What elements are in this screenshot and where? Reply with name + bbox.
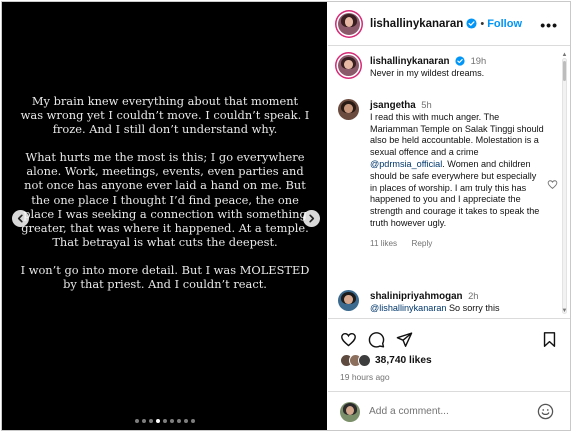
- post-sidebar: lishallinykanaran • Follow ••• lishallin…: [328, 2, 570, 430]
- caption-text: Never in my wildest dreams.: [370, 67, 485, 78]
- post-timestamp: 19 hours ago: [340, 372, 390, 382]
- share-send-icon[interactable]: [396, 331, 413, 348]
- post-actions: 38,740 likes 19 hours ago: [328, 318, 570, 430]
- like-heart-icon[interactable]: [340, 331, 357, 348]
- carousel-dot: [155, 419, 160, 423]
- post-paragraph: I won’t go into more detail. But I was M…: [20, 262, 310, 292]
- like-comment-heart-icon[interactable]: [547, 179, 558, 190]
- save-bookmark-icon[interactable]: [541, 331, 558, 348]
- carousel-dot: [141, 419, 146, 423]
- comment-body: shalinipriyahmogan 2h @lishallinykanaran…: [370, 290, 545, 315]
- caption-row: lishallinykanaran 19h Never in my wildes…: [338, 55, 548, 95]
- next-slide-button[interactable]: [303, 210, 320, 227]
- author-username[interactable]: lishallinykanaran: [370, 18, 463, 30]
- post-paragraph: My brain knew everything about that mome…: [20, 94, 310, 137]
- comment-body: jsangetha 5h I read this with much anger…: [370, 99, 545, 250]
- reply-button[interactable]: Reply: [411, 239, 432, 248]
- follow-button[interactable]: Follow: [487, 18, 522, 30]
- commenter-avatar[interactable]: [338, 99, 359, 120]
- caption-body: lishallinykanaran 19h Never in my wildes…: [370, 55, 545, 80]
- carousel-dot: [134, 419, 139, 423]
- carousel-dots: [2, 419, 327, 423]
- post-paragraph: What hurts me the most is this; I go eve…: [21, 150, 309, 249]
- post-window: My brain knew everything about that mome…: [1, 1, 571, 431]
- previous-slide-button[interactable]: [12, 210, 29, 227]
- comment-username[interactable]: jsangetha: [370, 100, 416, 111]
- comment-bubble-icon[interactable]: [368, 331, 385, 348]
- post-header: lishallinykanaran • Follow •••: [328, 2, 570, 46]
- emoji-icon[interactable]: [537, 403, 554, 420]
- carousel-dot: [148, 419, 153, 423]
- add-comment-bar: [328, 391, 570, 431]
- caption-avatar[interactable]: [338, 55, 359, 76]
- carousel-dot: [169, 419, 174, 423]
- carousel-dot: [162, 419, 167, 423]
- post-text: My brain knew everything about that mome…: [20, 94, 310, 305]
- comment-meta: 11 likes Reply: [370, 238, 545, 250]
- verified-badge-icon: [455, 56, 465, 66]
- verified-badge-icon: [466, 18, 477, 29]
- comment-item: jsangetha 5h I read this with much anger…: [338, 99, 558, 274]
- post-media: My brain knew everything about that mome…: [2, 2, 327, 430]
- chevron-right-icon: [309, 214, 315, 223]
- chevron-left-icon: [17, 214, 23, 223]
- caption-time: 19h: [470, 55, 487, 66]
- scroll-down-arrow-icon[interactable]: ▼: [561, 308, 568, 314]
- comment-input[interactable]: [369, 406, 519, 417]
- likes-count[interactable]: 38,740 likes: [375, 355, 432, 366]
- current-user-avatar: [340, 401, 360, 422]
- mention-link[interactable]: @pdrmsia_official: [370, 159, 442, 169]
- comments-section[interactable]: lishallinykanaran 19h Never in my wildes…: [328, 47, 570, 317]
- header-separator: •: [480, 17, 485, 30]
- comment-text: @lishallinykanaran So sorry this: [370, 302, 500, 313]
- comment-time: 5h: [421, 99, 432, 110]
- liker-avatar: [358, 354, 371, 367]
- mention-link[interactable]: @lishallinykanaran: [370, 303, 446, 313]
- comment-time: 2h: [468, 290, 479, 301]
- caption-username[interactable]: lishallinykanaran: [370, 56, 450, 67]
- comment-item: shalinipriyahmogan 2h @lishallinykanaran…: [338, 290, 548, 317]
- carousel-dot: [176, 419, 181, 423]
- carousel-dot: [190, 419, 195, 423]
- more-options-button[interactable]: •••: [540, 17, 558, 33]
- comment-username[interactable]: shalinipriyahmogan: [370, 291, 463, 302]
- comment-text: I read this with much anger. The Mariamm…: [370, 111, 544, 228]
- comments-scrollbar[interactable]: [562, 58, 567, 314]
- commenter-avatar[interactable]: [338, 290, 359, 311]
- likers-summary[interactable]: 38,740 likes: [340, 354, 432, 367]
- comment-likes[interactable]: 11 likes: [370, 239, 397, 248]
- carousel-dot: [183, 419, 188, 423]
- author-avatar[interactable]: [338, 12, 360, 35]
